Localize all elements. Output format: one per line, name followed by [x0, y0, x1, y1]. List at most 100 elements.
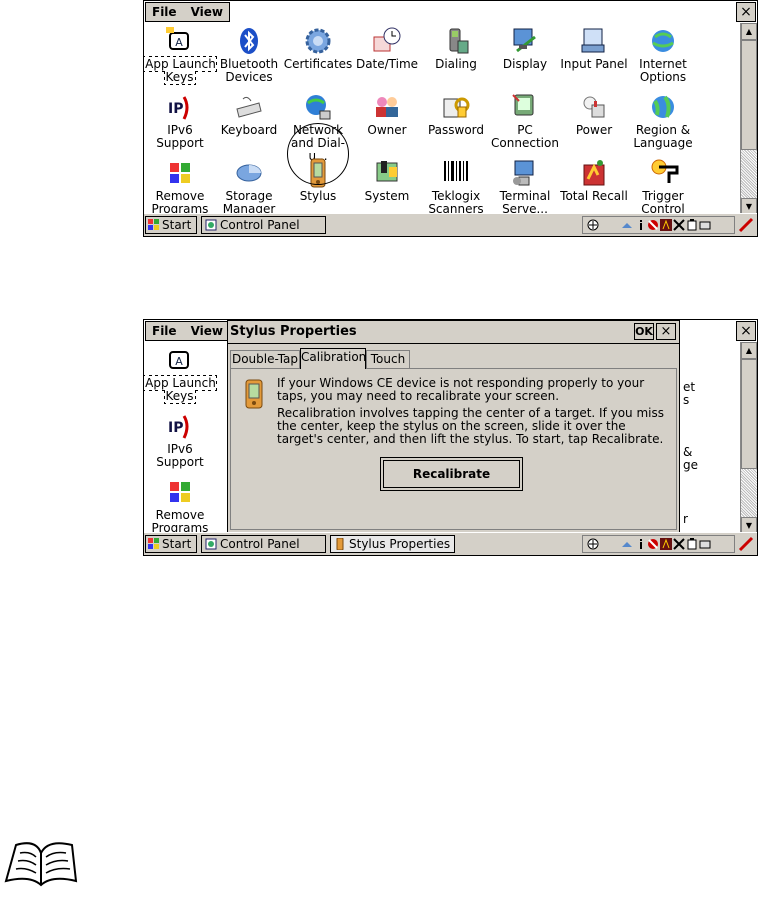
icon-label: Bluetooth Devices: [219, 57, 279, 84]
radio-tray-icon[interactable]: [660, 219, 672, 231]
icon-storage-manager[interactable]: Storage Manager: [213, 157, 285, 215]
info-tray-icon[interactable]: [635, 219, 647, 231]
radio-tray-icon[interactable]: [660, 538, 672, 550]
icon-owner[interactable]: Owner: [351, 91, 423, 157]
task-label: Control Panel: [220, 537, 300, 551]
scanner-tray-icon[interactable]: [673, 219, 685, 231]
dialog-close-button[interactable]: ×: [656, 323, 676, 340]
icon-label: System: [364, 189, 410, 203]
vertical-scrollbar[interactable]: ▲ ▼: [740, 23, 757, 215]
icon-label: Stylus: [299, 189, 337, 203]
icon-remove-programs[interactable]: Remove Programs: [144, 476, 216, 534]
icon-ipv6[interactable]: IP IPv6 Support: [144, 410, 216, 476]
icon-label: Storage Manager: [222, 189, 276, 216]
icon-remove-programs[interactable]: Remove Programs: [144, 157, 216, 215]
icon-system[interactable]: System: [351, 157, 423, 215]
svg-text:A: A: [175, 36, 183, 49]
connection-tray-icon[interactable]: [621, 538, 633, 550]
keyboard-state-tray-icon[interactable]: [699, 538, 711, 550]
icon-password[interactable]: Password: [420, 91, 492, 157]
icon-input-panel[interactable]: Input Panel: [558, 25, 630, 91]
close-button[interactable]: ×: [736, 2, 756, 22]
note-book-icon: [4, 842, 78, 887]
icon-certificates[interactable]: Certificates: [282, 25, 354, 91]
icon-label: App Launch Keys: [144, 375, 217, 404]
battery-tray-icon[interactable]: [686, 538, 698, 550]
vertical-scrollbar[interactable]: ▲ ▼: [740, 342, 757, 534]
icon-label: Internet Options: [639, 57, 687, 84]
info-tray-icon[interactable]: [635, 538, 647, 550]
icon-pc-connection[interactable]: PC Connection: [489, 91, 561, 157]
scroll-thumb[interactable]: [741, 359, 757, 469]
icon-power[interactable]: Power: [558, 91, 630, 157]
file-menu[interactable]: File: [152, 5, 177, 19]
control-panel-icon: [205, 219, 217, 231]
network-tray-icon[interactable]: [587, 219, 599, 231]
start-button[interactable]: Start: [145, 535, 197, 553]
control-panel-screen: File View × A App Launch Keys Bluetooth De…: [143, 0, 758, 237]
file-menu[interactable]: File: [152, 324, 177, 338]
windows-flag-icon: [148, 219, 159, 230]
icon-total-recall[interactable]: Total Recall: [558, 157, 630, 215]
tab-touch[interactable]: Touch: [366, 350, 410, 368]
hidden-label-fragment: r: [683, 512, 688, 526]
recalibrate-button[interactable]: Recalibrate: [380, 457, 523, 491]
hidden-label-fragment: s: [683, 393, 690, 407]
scroll-up-button[interactable]: ▲: [741, 342, 757, 359]
network-tray-icon[interactable]: [587, 538, 599, 550]
icon-trigger-control[interactable]: Trigger Control: [627, 157, 699, 215]
pen-icon[interactable]: [737, 216, 755, 234]
icon-bluetooth[interactable]: Bluetooth Devices: [213, 25, 285, 91]
icon-ipv6[interactable]: IP IPv6 Support: [144, 91, 216, 157]
no-radio-tray-icon[interactable]: [647, 219, 659, 231]
icon-keyboard[interactable]: Keyboard: [213, 91, 285, 157]
icon-internet-options[interactable]: Internet Options: [627, 25, 699, 91]
keyboard-state-tray-icon[interactable]: [699, 219, 711, 231]
icon-dialing[interactable]: Dialing: [420, 25, 492, 91]
tab-calibration[interactable]: Calibration: [300, 348, 366, 369]
icon-label: Remove Programs: [151, 189, 209, 216]
icon-label: Region & Language: [633, 123, 693, 150]
region-icon: [652, 95, 674, 118]
start-button[interactable]: Start: [145, 216, 197, 234]
ok-button[interactable]: OK: [634, 323, 654, 340]
icon-label: Trigger Control: [641, 189, 685, 216]
password-icon: [443, 97, 470, 118]
tab-double-tap[interactable]: Double-Tap: [230, 350, 300, 368]
menu-group: File View: [145, 2, 230, 22]
system-tray: [582, 216, 735, 234]
terminal-server-icon: [513, 160, 534, 186]
icon-date-time[interactable]: Date/Time: [351, 25, 423, 91]
view-menu[interactable]: View: [191, 324, 223, 338]
hidden-label-fragment: ge: [683, 458, 698, 472]
taskbar-control-panel[interactable]: Control Panel: [201, 535, 326, 553]
svg-text:IP: IP: [168, 420, 183, 436]
no-radio-tray-icon[interactable]: [647, 538, 659, 550]
dialog-title: Stylus Properties: [230, 324, 357, 339]
task-label: Control Panel: [220, 218, 300, 232]
view-menu[interactable]: View: [191, 5, 223, 19]
owner-icon: [376, 97, 398, 117]
taskbar-control-panel[interactable]: Control Panel: [201, 216, 326, 234]
date-time-icon: [373, 27, 401, 52]
scroll-up-button[interactable]: ▲: [741, 23, 757, 40]
scroll-track[interactable]: [741, 150, 757, 198]
scroll-thumb[interactable]: [741, 40, 757, 150]
battery-tray-icon[interactable]: [686, 219, 698, 231]
taskbar-stylus-properties[interactable]: Stylus Properties: [330, 535, 455, 553]
icon-app-launch-keys[interactable]: A App Launch Keys: [144, 25, 217, 91]
pen-icon[interactable]: [737, 535, 755, 553]
icon-terminal-server[interactable]: Terminal Serve...: [489, 157, 561, 215]
stylus-device-icon: [336, 538, 344, 550]
svg-text:A: A: [175, 355, 183, 368]
icon-scanners[interactable]: Teklogix Scanners: [420, 157, 492, 215]
icon-display[interactable]: Display: [489, 25, 561, 91]
icon-app-launch-keys[interactable]: A App Launch Keys: [144, 344, 217, 410]
scanner-tray-icon[interactable]: [673, 538, 685, 550]
connection-tray-icon[interactable]: [621, 219, 633, 231]
scroll-track[interactable]: [741, 469, 757, 517]
pc-connection-icon: [512, 94, 534, 116]
icon-region[interactable]: Region & Language: [627, 91, 699, 157]
start-label: Start: [162, 537, 192, 551]
close-button[interactable]: ×: [736, 321, 756, 341]
